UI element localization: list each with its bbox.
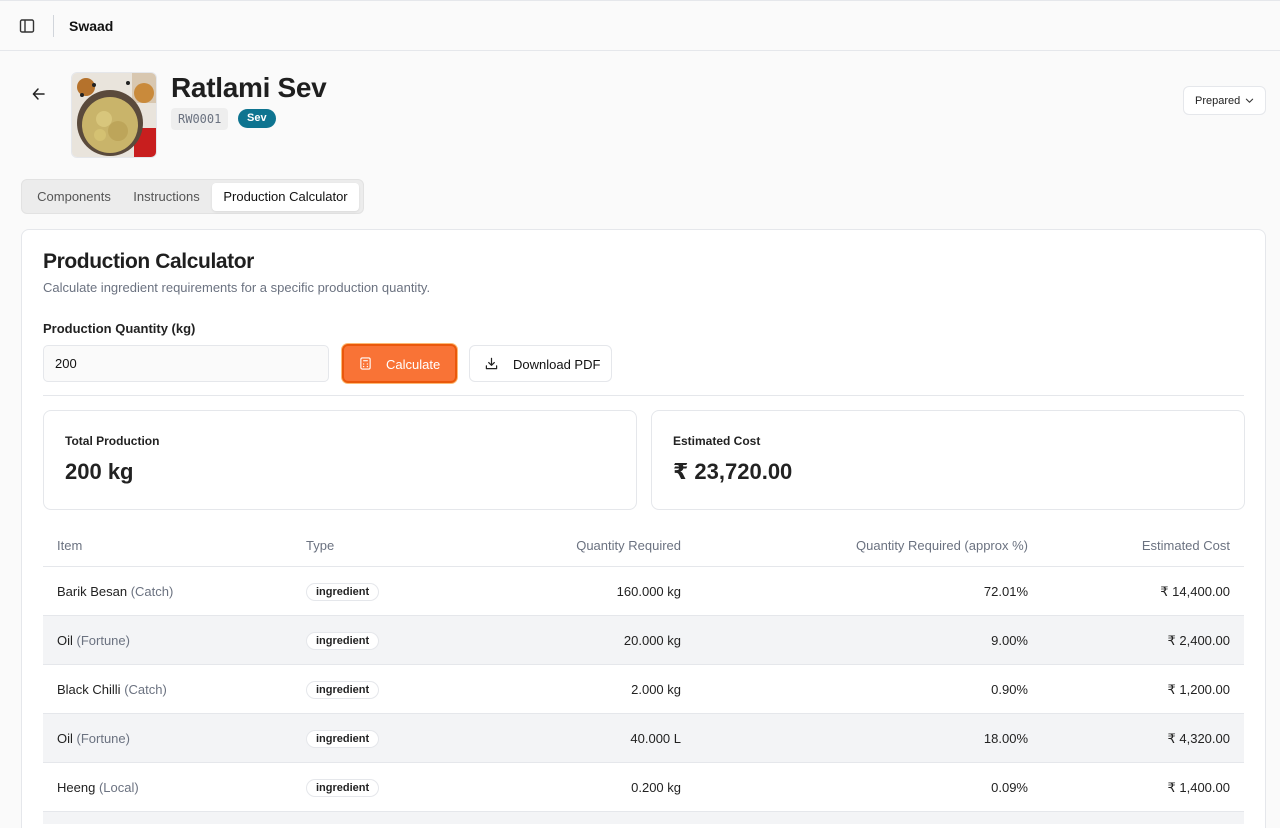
tab-list: Components Instructions Production Calcu…	[21, 179, 364, 214]
item-cell: Black Chilli (Catch)	[57, 682, 167, 697]
cost-cell: ₹ 1,400.00	[1167, 780, 1231, 795]
calculator-card: Production Calculator Calculate ingredie…	[21, 229, 1266, 828]
header-item: Item	[57, 538, 83, 553]
type-badge: ingredient	[306, 681, 380, 699]
app-title: Swaad	[69, 18, 114, 34]
table-row: Barik Besan (Catch) ingredient 160.000 k…	[43, 567, 1244, 616]
table-header: Item Type Quantity Required Quantity Req…	[43, 527, 1244, 567]
percent-cell: 0.09%	[991, 780, 1028, 795]
back-arrow-icon[interactable]	[30, 85, 48, 103]
estimated-cost-label: Estimated Cost	[673, 434, 761, 448]
cost-cell: ₹ 14,400.00	[1160, 584, 1230, 599]
chevron-down-icon	[1245, 98, 1254, 103]
type-badge: ingredient	[306, 632, 380, 650]
percent-cell: 18.00%	[983, 731, 1028, 746]
section-divider	[43, 395, 1244, 396]
cost-cell: ₹ 1,200.00	[1167, 682, 1231, 697]
download-pdf-label: Download PDF	[513, 357, 601, 372]
quantity-input[interactable]	[43, 345, 329, 382]
total-production-card: Total Production 200 kg	[43, 410, 637, 510]
calculator-icon	[360, 357, 371, 370]
quantity-cell: 160.000 kg	[616, 584, 681, 599]
header-estimated-cost: Estimated Cost	[1141, 538, 1230, 553]
total-production-value: 200 kg	[65, 459, 134, 484]
product-image	[71, 72, 157, 158]
table-row: Oil (Fortune) ingredient 40.000 L 18.00%…	[43, 714, 1244, 763]
header-type: Type	[306, 538, 335, 553]
status-dropdown[interactable]: Prepared	[1183, 86, 1266, 115]
percent-cell: 72.01%	[983, 584, 1028, 599]
status-dropdown-value: Prepared	[1195, 94, 1241, 107]
download-icon	[485, 357, 498, 370]
product-name: Ratlami Sev	[171, 72, 327, 103]
tab-components[interactable]: Components	[26, 183, 122, 211]
table-footer	[43, 812, 1244, 824]
topbar-divider	[53, 15, 54, 37]
type-badge: ingredient	[306, 779, 380, 797]
quantity-cell: 40.000 L	[630, 731, 681, 746]
header-quantity-percent: Quantity Required (approx %)	[856, 538, 1028, 553]
calculate-button[interactable]: Calculate	[342, 344, 457, 383]
table-row: Heeng (Local) ingredient 0.200 kg 0.09% …	[43, 763, 1244, 812]
table-row: Black Chilli (Catch) ingredient 2.000 kg…	[43, 665, 1244, 714]
sidebar-toggle-icon[interactable]	[18, 17, 36, 35]
card-description: Calculate ingredient requirements for a …	[43, 280, 431, 295]
percent-cell: 0.90%	[991, 682, 1028, 697]
download-pdf-button[interactable]: Download PDF	[469, 345, 612, 382]
cost-cell: ₹ 4,320.00	[1167, 731, 1231, 746]
card-title: Production Calculator	[43, 250, 254, 273]
sku-badge: RW0001	[171, 108, 229, 130]
estimated-cost-card: Estimated Cost ₹ 23,720.00	[651, 410, 1245, 510]
header-quantity: Quantity Required	[576, 538, 681, 553]
calculate-label: Calculate	[386, 357, 441, 372]
ingredients-table: Item Type Quantity Required Quantity Req…	[43, 527, 1244, 824]
table-row: Oil (Fortune) ingredient 20.000 kg 9.00%…	[43, 616, 1244, 665]
quantity-cell: 20.000 kg	[623, 633, 681, 648]
category-badge: Sev	[238, 109, 276, 128]
quantity-label: Production Quantity (kg)	[43, 321, 196, 336]
tab-production-calculator[interactable]: Production Calculator	[212, 183, 359, 211]
type-badge: ingredient	[306, 583, 380, 601]
total-production-label: Total Production	[65, 434, 160, 448]
quantity-cell: 2.000 kg	[631, 682, 681, 697]
quantity-cell: 0.200 kg	[631, 780, 681, 795]
tab-instructions[interactable]: Instructions	[122, 183, 211, 211]
type-badge: ingredient	[306, 730, 380, 748]
estimated-cost-value: ₹ 23,720.00	[673, 459, 793, 484]
percent-cell: 9.00%	[991, 633, 1028, 648]
item-cell: Oil (Fortune)	[57, 633, 130, 648]
top-bar: Swaad	[0, 0, 1280, 51]
item-cell: Barik Besan (Catch)	[57, 584, 174, 599]
cost-cell: ₹ 2,400.00	[1167, 633, 1231, 648]
item-cell: Oil (Fortune)	[57, 731, 130, 746]
main-content: Ratlami Sev RW0001 Sev Prepared Componen…	[0, 51, 1280, 828]
item-cell: Heeng (Local)	[57, 780, 139, 795]
